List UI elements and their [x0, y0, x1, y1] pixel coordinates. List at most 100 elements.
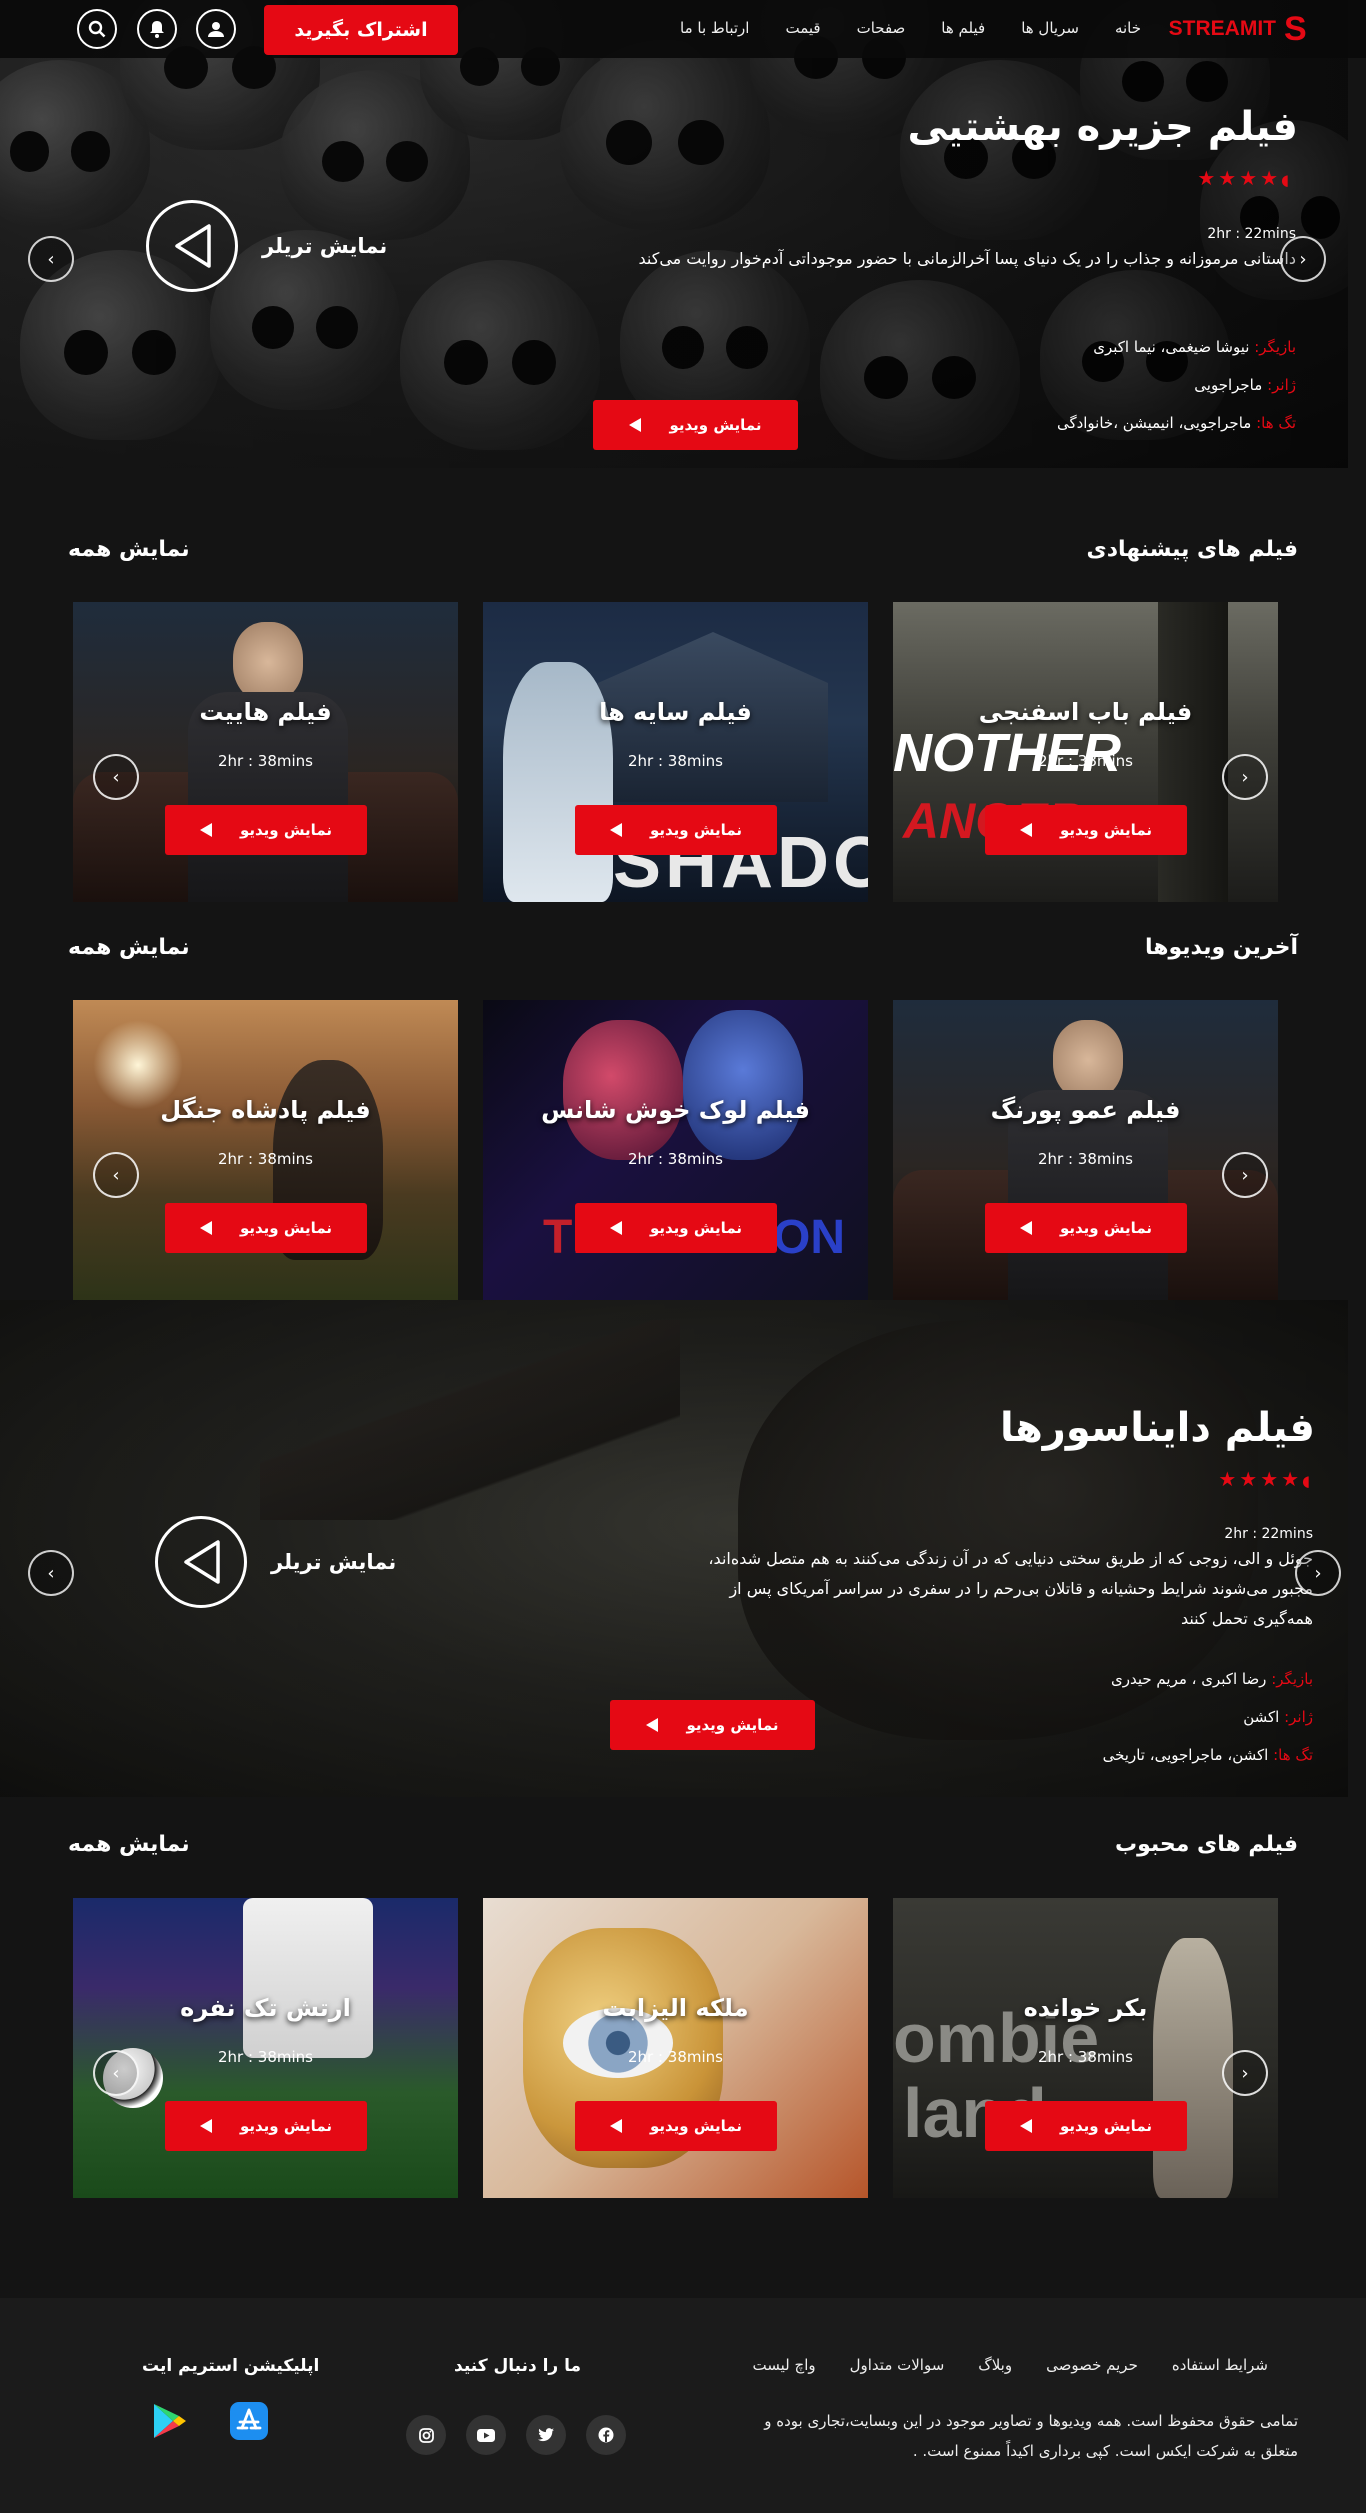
footer-link-privacy[interactable]: حریم خصوصی — [1046, 2356, 1138, 2374]
play-icon — [609, 2119, 622, 2133]
carousel-next-arrow[interactable]: › — [1222, 754, 1268, 800]
movie-card[interactable]: ملکه الیزابت 2hr : 38mins نمایش ویدیو — [483, 1898, 868, 2198]
hero-next-arrow[interactable]: › — [1295, 1550, 1341, 1596]
hero-banner-paradise: فیلم جزیره بهشتیی ★★★★◖ 2hr : 22mins داس… — [0, 0, 1348, 468]
brand-logo[interactable]: S STREAMIT — [1169, 12, 1310, 46]
card-title: ملکه الیزابت — [602, 1994, 749, 2022]
menu-item-pricing[interactable]: قیمت — [785, 19, 820, 37]
card-play-button[interactable]: نمایش ویدیو — [575, 2101, 777, 2151]
app-title: اپلیکیشن استریم ایت — [142, 2356, 320, 2376]
card-runtime: 2hr : 38mins — [1038, 1150, 1133, 1168]
brand-name: STREAMIT — [1168, 17, 1276, 40]
user-icon[interactable] — [196, 9, 236, 49]
view-all-popular[interactable]: نمایش همه — [68, 1832, 190, 1857]
hero-trailer-button[interactable]: نمایش تریلر — [146, 200, 387, 292]
movie-card[interactable]: TH ON فیلم لوک خوش شانس 2hr : 38mins نما… — [483, 1000, 868, 1300]
play-icon — [609, 1221, 622, 1235]
card-play-button[interactable]: نمایش ویدیو — [575, 1203, 777, 1253]
movie-card[interactable]: SHADOW فیلم سایه ها 2hr : 38mins نمایش و… — [483, 602, 868, 902]
play-trailer-icon — [146, 200, 238, 292]
menu-item-movies[interactable]: فیلم ها — [941, 19, 985, 37]
menu-item-pages[interactable]: صفحات — [857, 19, 906, 37]
card-title: فیلم هاییت — [199, 698, 332, 726]
card-play-button[interactable]: نمایش ویدیو — [985, 2101, 1187, 2151]
play-icon — [1019, 823, 1032, 837]
card-title: فیلم لوک خوش شانس — [541, 1096, 810, 1124]
hero-prev-arrow[interactable]: ‹ — [28, 236, 74, 282]
bell-icon[interactable] — [137, 9, 177, 49]
carousel-prev-arrow[interactable]: ‹ — [93, 754, 139, 800]
card-title: فیلم عمو پورنگ — [990, 1096, 1181, 1124]
hero-tags: تگ ها: اکشن، ماجراجویی، تاریخی — [1102, 1746, 1313, 1764]
view-all-recommended[interactable]: نمایش همه — [68, 537, 190, 562]
movie-card[interactable]: فیلم پادشاه جنگل 2hr : 38mins نمایش ویدی… — [73, 1000, 458, 1300]
card-title: ارتش تک نفره — [180, 1994, 351, 2022]
view-all-latest[interactable]: نمایش همه — [68, 935, 190, 960]
play-icon — [1019, 1221, 1032, 1235]
movie-card[interactable]: NOTHER ANGER فیلم باب اسفنجی 2hr : 38min… — [893, 602, 1278, 902]
movie-card[interactable]: فیلم عمو پورنگ 2hr : 38mins نمایش ویدیو … — [893, 1000, 1278, 1300]
hero-cast: بازیگر: نیوشا ضیغمی، نیما اکبری — [1093, 338, 1296, 356]
facebook-icon[interactable] — [586, 2415, 626, 2455]
follow-us-title: ما را دنبال کنید — [454, 2356, 582, 2376]
footer-link-watchlist[interactable]: واچ لیست — [753, 2356, 816, 2374]
footer-copyright: تمامی حقوق محفوظ است. همه ویدیوها و تصاو… — [764, 2412, 1298, 2460]
hero-play-video-button[interactable]: نمایش ویدیو — [593, 400, 798, 450]
carousel-prev-arrow[interactable]: ‹ — [93, 1152, 139, 1198]
menu-item-series[interactable]: سریال ها — [1021, 19, 1079, 37]
play-icon — [199, 823, 212, 837]
youtube-icon[interactable] — [466, 2415, 506, 2455]
section-title-recommended: فیلم های پیشنهادی — [1086, 537, 1298, 562]
rating-stars: ★★★★◖ — [1218, 1467, 1313, 1491]
google-play-icon[interactable] — [152, 2402, 188, 2440]
hero-genre: ژانر: اکشن — [1243, 1708, 1313, 1726]
card-runtime: 2hr : 38mins — [628, 1150, 723, 1168]
carousel-prev-arrow[interactable]: ‹ — [93, 2050, 139, 2096]
instagram-icon[interactable] — [406, 2415, 446, 2455]
hero-prev-arrow[interactable]: ‹ — [28, 1550, 74, 1596]
hero-play-video-button[interactable]: نمایش ویدیو — [610, 1700, 815, 1750]
card-runtime: 2hr : 38mins — [1038, 752, 1133, 770]
footer-link-terms[interactable]: شرایط استفاده — [1172, 2356, 1268, 2374]
card-runtime: 2hr : 38mins — [628, 2048, 723, 2066]
carousel-next-arrow[interactable]: › — [1222, 2050, 1268, 2096]
movie-card[interactable]: فیلم هاییت 2hr : 38mins نمایش ویدیو ‹ — [73, 602, 458, 902]
card-play-button[interactable]: نمایش ویدیو — [985, 805, 1187, 855]
hero-genre: ژانر: ماجراجویی — [1194, 376, 1296, 394]
footer-link-faq[interactable]: سوالات متداول — [850, 2356, 945, 2374]
top-navbar: S STREAMIT خانه سریال ها فیلم ها صفحات ق… — [0, 0, 1366, 58]
section-title-popular: فیلم های محبوب — [1115, 1832, 1298, 1857]
menu-item-contact[interactable]: ارتباط با ما — [680, 19, 749, 37]
hero-title: فیلم دایناسورها — [1000, 1405, 1315, 1451]
footer-links: شرایط استفاده حریم خصوصی وبلاگ سوالات مت… — [753, 2356, 1268, 2374]
hero-tags: تگ ها: ماجراجویی، انیمیشن ،خانوادگی — [1056, 414, 1296, 432]
twitter-icon[interactable] — [526, 2415, 566, 2455]
card-play-button[interactable]: نمایش ویدیو — [165, 1203, 367, 1253]
card-title: فیلم باب اسفنجی — [978, 698, 1193, 726]
hero-description: داستانی مرموزانه و جذاب را در یک دنیای پ… — [638, 249, 1296, 268]
menu-item-home[interactable]: خانه — [1115, 19, 1141, 37]
movie-card[interactable]: ارتش تک نفره 2hr : 38mins نمایش ویدیو ‹ — [73, 1898, 458, 2198]
hero-trailer-button[interactable]: نمایش تریلر — [155, 1516, 396, 1608]
card-play-button[interactable]: نمایش ویدیو — [165, 2101, 367, 2151]
card-play-button[interactable]: نمایش ویدیو — [165, 805, 367, 855]
main-menu: خانه سریال ها فیلم ها صفحات قیمت ارتباط … — [680, 19, 1141, 37]
card-runtime: 2hr : 38mins — [628, 752, 723, 770]
hero-cast: بازیگر: رضا اکبری ، مریم حیدری — [1110, 1670, 1313, 1688]
subscribe-button[interactable]: اشتراک بگیرید — [264, 5, 458, 55]
movie-card[interactable]: ombie land بکر خوانده 2hr : 38mins نمایش… — [893, 1898, 1278, 2198]
card-play-button[interactable]: نمایش ویدیو — [985, 1203, 1187, 1253]
card-title: بکر خوانده — [1023, 1994, 1148, 2022]
play-trailer-icon — [155, 1516, 247, 1608]
card-title: فیلم پادشاه جنگل — [160, 1096, 371, 1124]
search-icon[interactable] — [77, 9, 117, 49]
play-icon — [646, 1718, 659, 1732]
rating-stars: ★★★★◖ — [1197, 166, 1292, 190]
footer-link-blog[interactable]: وبلاگ — [978, 2356, 1012, 2374]
carousel-next-arrow[interactable]: › — [1222, 1152, 1268, 1198]
play-icon — [1019, 2119, 1032, 2133]
card-play-button[interactable]: نمایش ویدیو — [575, 805, 777, 855]
app-store-icon[interactable] — [230, 2402, 268, 2440]
play-icon — [609, 823, 622, 837]
hero-next-arrow[interactable]: › — [1280, 236, 1326, 282]
